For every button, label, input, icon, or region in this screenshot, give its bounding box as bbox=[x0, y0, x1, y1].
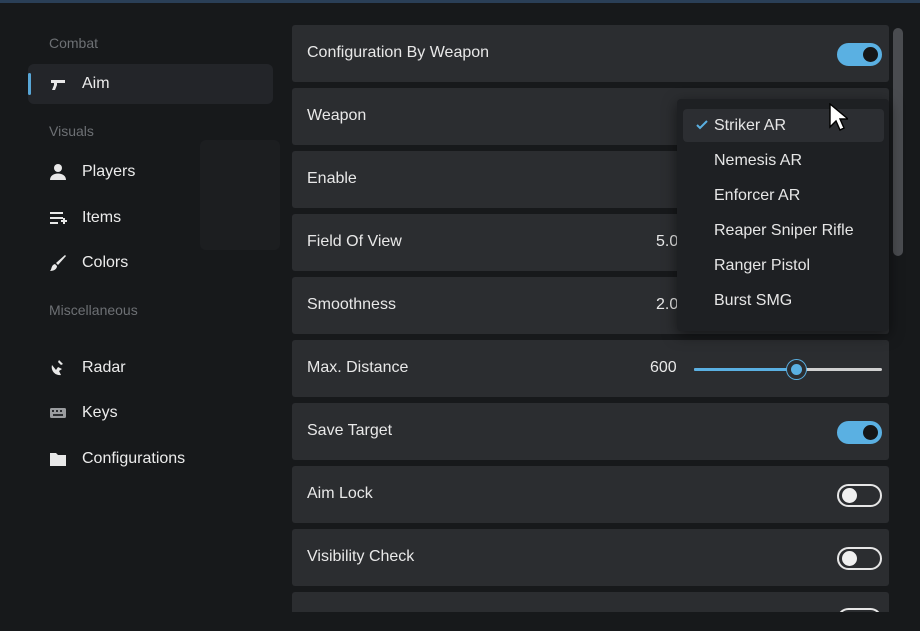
keyboard-icon bbox=[50, 408, 66, 418]
brush-icon bbox=[50, 255, 66, 271]
sidebar-item-label: Players bbox=[82, 163, 136, 180]
setting-label: Enable bbox=[307, 170, 357, 187]
sidebar-item-items[interactable]: Items bbox=[28, 198, 273, 238]
weapon-option[interactable]: Burst SMG bbox=[683, 284, 884, 317]
check-icon bbox=[696, 120, 708, 130]
sidebar-item-players[interactable]: Players bbox=[28, 152, 273, 192]
pistol-icon bbox=[51, 80, 65, 90]
setting-label: Weapon bbox=[307, 107, 367, 124]
weapon-option-label: Burst SMG bbox=[714, 292, 793, 309]
setting-max-distance: Max. Distance 600 bbox=[292, 340, 889, 397]
slider-thumb[interactable] bbox=[786, 360, 806, 379]
setting-label: Smoothness bbox=[307, 296, 396, 313]
sidebar-item-label: Colors bbox=[82, 254, 129, 271]
section-visuals: Visuals bbox=[49, 123, 94, 139]
sidebar-item-aim[interactable]: Aim bbox=[28, 64, 273, 104]
setting-label: Visibility Check bbox=[307, 548, 415, 565]
sidebar-item-configurations[interactable]: Configurations bbox=[28, 439, 273, 479]
sidebar-item-keys[interactable]: Keys bbox=[28, 393, 273, 433]
sidebar-item-label: Radar bbox=[82, 359, 126, 376]
weapon-option[interactable]: Ranger Pistol bbox=[683, 249, 884, 282]
toggle-knob bbox=[842, 551, 857, 566]
sidebar-item-label: Aim bbox=[82, 75, 110, 92]
max-distance-slider[interactable] bbox=[694, 360, 882, 379]
save-target-toggle[interactable] bbox=[837, 421, 882, 444]
setting-label: Aim Lock bbox=[307, 485, 373, 502]
setting-next-row bbox=[292, 592, 889, 612]
sidebar-item-label: Configurations bbox=[82, 450, 186, 467]
weapon-option[interactable]: Reaper Sniper Rifle bbox=[683, 214, 884, 247]
weapon-option-label: Ranger Pistol bbox=[714, 257, 811, 274]
next-row-toggle[interactable] bbox=[837, 608, 882, 612]
slider-fill bbox=[694, 368, 796, 371]
sidebar-item-colors[interactable]: Colors bbox=[28, 243, 273, 283]
weapon-option-label: Striker AR bbox=[714, 117, 787, 134]
radar-icon bbox=[51, 360, 63, 376]
weapon-option-label: Enforcer AR bbox=[714, 187, 801, 204]
setting-label: Max. Distance bbox=[307, 359, 409, 376]
sidebar: Combat Aim Visuals Players Items Colors bbox=[0, 3, 285, 631]
weapon-option[interactable]: Enforcer AR bbox=[683, 179, 884, 212]
list-add-icon bbox=[50, 212, 67, 224]
weapon-option-label: Reaper Sniper Rifle bbox=[714, 222, 854, 239]
setting-label: Configuration By Weapon bbox=[307, 44, 490, 61]
user-icon bbox=[50, 164, 66, 180]
setting-label: Save Target bbox=[307, 422, 393, 439]
section-miscellaneous: Miscellaneous bbox=[49, 302, 138, 318]
setting-aim-lock: Aim Lock bbox=[292, 466, 889, 523]
folder-icon bbox=[50, 453, 66, 466]
section-combat: Combat bbox=[49, 35, 99, 51]
active-indicator bbox=[28, 73, 31, 95]
aim-lock-toggle[interactable] bbox=[837, 484, 882, 507]
setting-visibility-check: Visibility Check bbox=[292, 529, 889, 586]
max-distance-value: 600 bbox=[650, 359, 677, 376]
weapon-option-label: Nemesis AR bbox=[714, 152, 803, 169]
weapon-option[interactable]: Nemesis AR bbox=[683, 144, 884, 177]
setting-save-target: Save Target bbox=[292, 403, 889, 460]
visibility-check-toggle[interactable] bbox=[837, 547, 882, 570]
fov-value: 5.0 bbox=[656, 233, 679, 250]
toggle-knob bbox=[842, 488, 857, 503]
toggle-knob bbox=[863, 425, 878, 440]
settings-scrollbar[interactable] bbox=[893, 28, 903, 256]
setting-config-by-weapon: Configuration By Weapon bbox=[292, 25, 889, 82]
toggle-knob bbox=[863, 47, 878, 62]
weapon-dropdown: Striker AR Nemesis AR Enforcer AR Reaper… bbox=[677, 99, 889, 331]
sidebar-item-radar[interactable]: Radar bbox=[28, 348, 273, 388]
mouse-cursor-icon bbox=[829, 103, 848, 131]
smoothness-value: 2.0 bbox=[656, 296, 679, 313]
setting-label: Field Of View bbox=[307, 233, 402, 250]
sidebar-item-label: Items bbox=[82, 209, 122, 226]
sidebar-item-label: Keys bbox=[82, 404, 118, 421]
weapon-option[interactable]: Striker AR bbox=[683, 109, 884, 142]
config-by-weapon-toggle[interactable] bbox=[837, 43, 882, 66]
